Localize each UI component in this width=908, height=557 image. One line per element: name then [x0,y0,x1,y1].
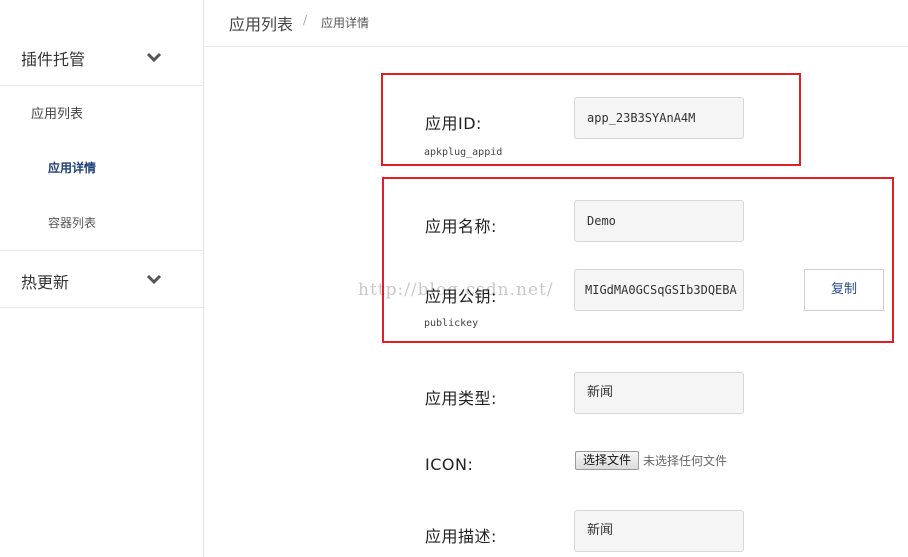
public-key-label: 应用公钥: [425,287,497,306]
breadcrumb-app-list[interactable]: 应用列表 [229,11,293,35]
nav-group-hot-update-label: 热更新 [21,273,70,292]
app-type-label: 应用类型: [425,389,497,408]
app-id-hint: apkplug_appid [424,147,503,158]
breadcrumb: 应用列表 / 应用详情 [204,0,908,47]
sidebar-item-container-list[interactable]: 容器列表 [48,214,96,231]
app-name-field[interactable]: Demo [574,200,744,242]
app-id-field[interactable]: app_23B3SYAnA4M [574,97,744,139]
chevron-down-icon[interactable] [146,52,162,62]
nav-group-plugin-hosting[interactable]: 插件托管 [0,0,203,86]
public-key-field[interactable]: MIGdMA0GCSqGSIb3DQEBA [574,269,744,311]
app-name-label: 应用名称: [425,217,497,236]
file-status-text: 未选择任何文件 [643,454,728,468]
breadcrumb-current: 应用详情 [321,16,370,30]
sidebar: 插件托管 应用列表 应用详情 容器列表 热更新 [0,0,204,557]
app-type-field[interactable]: 新闻 [574,372,744,414]
public-key-hint: publickey [424,318,479,329]
nav-group-hot-update[interactable]: 热更新 [0,250,203,308]
sidebar-item-app-list[interactable]: 应用列表 [31,103,83,122]
app-id-label: 应用ID: [425,114,482,133]
chevron-down-icon[interactable] [146,274,162,284]
nav-group-plugin-hosting-label: 插件托管 [21,50,86,69]
sidebar-item-app-detail[interactable]: 应用详情 [48,159,96,176]
copy-button[interactable]: 复制 [804,269,884,311]
app-desc-field[interactable]: 新闻 [574,510,744,552]
icon-label: ICON: [425,455,474,474]
choose-file-button[interactable]: 选择文件 [575,451,639,470]
breadcrumb-separator: / [303,13,308,27]
app-desc-label: 应用描述: [425,527,497,546]
